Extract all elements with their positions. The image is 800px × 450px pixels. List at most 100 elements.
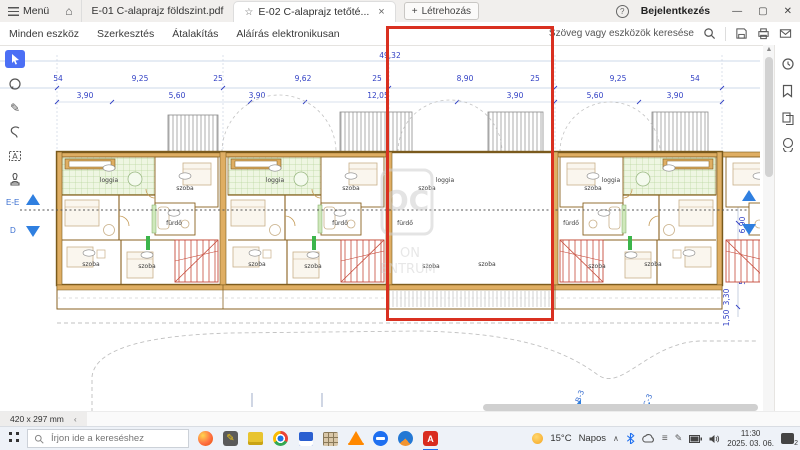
taskbar-search[interactable] [27, 429, 189, 448]
select-tool-button[interactable] [5, 50, 25, 68]
menu-convert[interactable]: Átalakítás [163, 28, 227, 40]
total-commander-icon[interactable] [297, 430, 314, 447]
dimension-labels: 49,32 54 9,25 25 9,62 25 8,90 25 9,25 54… [53, 51, 700, 100]
tray-list-icon[interactable]: ≡ [662, 433, 668, 444]
tray-pen-icon[interactable]: ✎ [675, 433, 683, 444]
dim-label: 9,62 [295, 74, 312, 83]
taskbar-search-input[interactable] [49, 432, 173, 445]
save-icon[interactable] [735, 27, 748, 40]
cursor-icon [10, 53, 21, 65]
star-icon[interactable]: ☆ [244, 7, 253, 18]
weather-desc[interactable]: Napos [579, 433, 606, 444]
create-button[interactable]: + Létrehozás [404, 2, 479, 20]
room-label: fürdő [563, 220, 579, 227]
onedrive-cloud-icon[interactable] [642, 434, 655, 443]
search-icon[interactable] [703, 27, 716, 40]
notification-icon[interactable]: 2 [781, 433, 794, 444]
chrome-icon[interactable] [272, 430, 289, 447]
cad-app-icon[interactable] [247, 430, 264, 447]
teamviewer-icon[interactable] [372, 430, 389, 447]
maximize-button[interactable]: ▢ [758, 6, 767, 17]
tray-expand-icon[interactable]: ∧ [613, 434, 619, 443]
acrobat-icon-active[interactable]: A [422, 430, 439, 447]
start-button-icon[interactable] [6, 432, 19, 445]
bookmark-icon[interactable] [781, 84, 794, 98]
room-label: fürdő [332, 220, 348, 227]
floorplan-canvas: 49,32 54 9,25 25 9,62 25 8,90 25 9,25 54… [0, 45, 760, 412]
vlc-icon[interactable] [347, 429, 364, 449]
collapse-icon[interactable]: ‹ [74, 414, 77, 424]
dim-label: 3,30 [722, 288, 731, 305]
layers-icon[interactable] [781, 138, 795, 152]
date-label: 2025. 03. 06. [727, 439, 774, 449]
battery-icon[interactable] [689, 435, 702, 443]
search-icon [34, 434, 44, 444]
tab-e01[interactable]: E-01 C-alaprajz földszint.pdf [81, 0, 234, 22]
room-label: szoba [342, 185, 360, 192]
browser-app-icon[interactable] [397, 430, 414, 447]
organizer-app-icon[interactable] [322, 430, 339, 447]
comment-icon [8, 77, 22, 91]
minimize-button[interactable]: — [732, 6, 742, 17]
room-label: szoba [82, 261, 100, 268]
right-panel [774, 45, 800, 412]
bluetooth-icon[interactable] [626, 433, 635, 444]
room-label: szoba [644, 261, 662, 268]
notification-count: 2 [794, 440, 798, 447]
clock[interactable]: 11:30 2025. 03. 06. [727, 429, 774, 449]
dim-label: 3,90 [249, 91, 266, 100]
text-box-tool-button[interactable]: A [5, 147, 25, 164]
dim-label: 3,90 [667, 91, 684, 100]
weather-temp[interactable]: 15°C [550, 433, 571, 444]
draw-tool-button[interactable]: ✎ [5, 99, 25, 116]
menu-all-tools[interactable]: Minden eszköz [0, 28, 88, 40]
scrollbar-thumb[interactable] [765, 57, 773, 177]
signin-button[interactable]: Bejelentkezés [641, 5, 710, 17]
menu-button[interactable]: Menü [0, 0, 57, 22]
dim-label: 25 [213, 74, 223, 83]
menu-esign[interactable]: Aláírás elektronikusan [227, 28, 348, 40]
pencil-icon: ✎ [10, 101, 20, 115]
page-thumbnails-icon[interactable] [781, 111, 795, 125]
dim-label: 5,60 [587, 91, 604, 100]
weather-sun-icon[interactable] [532, 433, 543, 444]
svg-text:A: A [12, 152, 18, 161]
plus-icon: + [412, 6, 418, 17]
pen-app-icon[interactable]: ✎ [222, 430, 239, 447]
section-triangle-icon [742, 224, 756, 235]
room-label: loggia [100, 177, 119, 184]
tab-e02-active[interactable]: ☆ E-02 C-alaprajz tetőté... × [233, 1, 395, 23]
section-triangle-icon [26, 194, 40, 205]
speaker-icon[interactable] [709, 434, 720, 444]
section-triangle-icon [742, 190, 756, 201]
room-label: loggia [266, 177, 285, 184]
page-size-label: 420 x 297 mm [10, 414, 64, 424]
horizontal-scrollbar[interactable] [483, 404, 758, 411]
section-marker-d: D [10, 226, 16, 235]
tab-close-icon[interactable]: × [378, 6, 384, 18]
stamp-tool-button[interactable] [5, 171, 25, 188]
room-label: szoba [584, 185, 602, 192]
divider [725, 27, 726, 41]
lasso-tool-button[interactable] [5, 123, 25, 140]
comment-tool-button[interactable] [5, 75, 25, 92]
close-button[interactable]: ✕ [784, 6, 792, 17]
menu-label: Menü [23, 5, 49, 17]
mail-icon[interactable] [779, 27, 792, 40]
lasso-icon [8, 125, 22, 139]
dim-label: 9,25 [132, 74, 149, 83]
dim-label: 25 [372, 74, 382, 83]
history-icon[interactable] [781, 57, 795, 71]
firefox-icon[interactable] [197, 430, 214, 447]
home-button[interactable]: ⌂ [57, 0, 80, 22]
print-icon[interactable] [757, 27, 770, 40]
section-label: D [10, 226, 16, 235]
section-triangle-icon [26, 226, 40, 237]
title-bar: Menü ⌂ E-01 C-alaprajz földszint.pdf ☆ E… [0, 0, 800, 23]
menu-edit[interactable]: Szerkesztés [88, 28, 163, 40]
hamburger-icon [8, 7, 19, 16]
room-label: szoba [588, 263, 606, 270]
help-icon[interactable]: ? [616, 5, 629, 18]
search-label[interactable]: Szöveg vagy eszközök keresése [549, 28, 694, 39]
home-icon: ⌂ [65, 4, 72, 18]
